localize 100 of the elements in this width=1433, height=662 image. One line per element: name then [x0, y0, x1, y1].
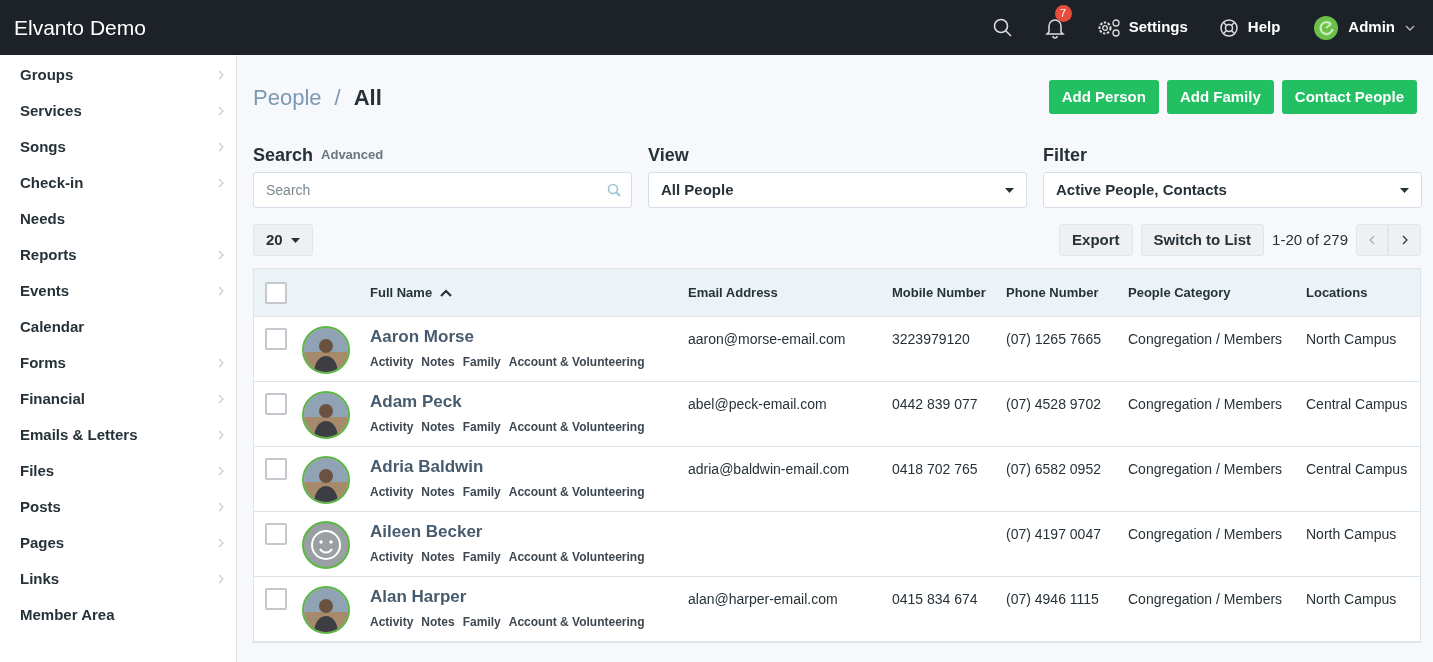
location-cell: North Campus: [1306, 331, 1397, 347]
search-label: Search: [253, 143, 314, 167]
location-cell: Central Campus: [1306, 461, 1408, 477]
caret-icon: [1400, 187, 1409, 193]
notification-badge: 7: [1054, 4, 1072, 22]
column-header[interactable]: Full Name: [370, 282, 433, 303]
sidebar-item[interactable]: Forms: [20, 345, 226, 381]
person-tab-link[interactable]: Activity: [370, 483, 414, 501]
page-size-dropdown[interactable]: 20: [253, 224, 313, 256]
phone-cell: (07) 4197 0047: [1006, 526, 1101, 542]
sidebar-item[interactable]: Reports: [20, 237, 226, 273]
column-header[interactable]: Email Address: [688, 282, 778, 303]
person-name-link[interactable]: Adria Baldwin: [370, 455, 680, 479]
search-icon[interactable]: [992, 17, 1013, 38]
settings-button[interactable]: Settings: [1096, 16, 1188, 39]
mobile-cell: 0415 834 674: [892, 591, 978, 607]
user-menu[interactable]: Admin: [1314, 15, 1415, 40]
caret-icon: [290, 237, 300, 243]
next-page-button[interactable]: [1388, 224, 1421, 256]
sidebar-item[interactable]: Calendar: [20, 309, 226, 345]
pagination-range: 1-20 of 279: [1272, 229, 1348, 250]
person-tab-link[interactable]: Account & Volunteering: [508, 483, 645, 501]
person-tab-link[interactable]: Notes: [421, 353, 455, 371]
sidebar-item[interactable]: Check-in: [20, 165, 226, 201]
search-icon: [607, 183, 621, 197]
view-dropdown[interactable]: All People: [648, 172, 1027, 208]
checkbox[interactable]: [265, 281, 287, 304]
person-tab-link[interactable]: Account & Volunteering: [508, 548, 645, 566]
sidebar-item[interactable]: Links: [20, 561, 226, 597]
view-label: View: [648, 143, 689, 167]
filter-label: Filter: [1043, 143, 1087, 167]
person-tab-link[interactable]: Activity: [370, 418, 414, 436]
checkbox[interactable]: [265, 393, 287, 415]
help-button[interactable]: Help: [1219, 16, 1281, 39]
phone-cell: (07) 6582 0952: [1006, 461, 1101, 477]
person-tab-link[interactable]: Notes: [421, 418, 455, 436]
person-tab-link[interactable]: Account & Volunteering: [508, 353, 645, 371]
sidebar-item[interactable]: Emails & Letters: [20, 417, 226, 453]
person-tab-link[interactable]: Family: [462, 548, 501, 566]
email-cell: alan@harper-email.com: [688, 591, 838, 607]
column-header[interactable]: People Category: [1128, 282, 1231, 303]
sidebar-item[interactable]: Needs: [20, 201, 226, 237]
default-avatar-icon: [302, 521, 350, 569]
person-tab-link[interactable]: Activity: [370, 548, 414, 566]
email-cell: aaron@morse-email.com: [688, 331, 846, 347]
sort-ascending-icon: [440, 288, 453, 297]
chevron-right-icon: [1401, 235, 1408, 245]
mobile-cell: 0418 702 765: [892, 461, 978, 477]
previous-page-button[interactable]: [1356, 224, 1388, 256]
sidebar-item[interactable]: Events: [20, 273, 226, 309]
person-tab-link[interactable]: Account & Volunteering: [508, 613, 645, 631]
bell-icon[interactable]: [1044, 16, 1065, 39]
sidebar-item[interactable]: Groups: [20, 57, 226, 93]
person-name-link[interactable]: Aileen Becker: [370, 520, 680, 544]
column-header[interactable]: Locations: [1306, 282, 1368, 303]
breadcrumb-separator: /: [334, 83, 341, 112]
person-tab-link[interactable]: Account & Volunteering: [508, 418, 645, 436]
category-cell: Congregation / Members: [1128, 396, 1283, 412]
app-title: Elvanto Demo: [14, 14, 146, 41]
person-tab-link[interactable]: Family: [462, 483, 501, 501]
person-tab-link[interactable]: Family: [462, 353, 501, 371]
category-cell: Congregation / Members: [1128, 526, 1283, 542]
sidebar-item[interactable]: Posts: [20, 489, 226, 525]
sidebar-item[interactable]: Financial: [20, 381, 226, 417]
sidebar-item[interactable]: Pages: [20, 525, 226, 561]
checkbox[interactable]: [265, 458, 287, 480]
email-cell: adria@baldwin-email.com: [688, 461, 850, 477]
switch-to-list-button[interactable]: Switch to List: [1140, 224, 1265, 256]
person-tab-link[interactable]: Notes: [421, 613, 455, 631]
person-name-link[interactable]: Alan Harper: [370, 585, 680, 609]
location-cell: North Campus: [1306, 526, 1397, 542]
category-cell: Congregation / Members: [1128, 591, 1283, 607]
checkbox[interactable]: [265, 523, 287, 545]
sidebar-item[interactable]: Member Area: [20, 597, 226, 633]
phone-cell: (07) 1265 7665: [1006, 331, 1101, 347]
person-tab-link[interactable]: Activity: [370, 613, 414, 631]
mobile-cell: 0442 839 077: [892, 396, 978, 412]
phone-cell: (07) 4528 9702: [1006, 396, 1101, 412]
advanced-search-link[interactable]: Advanced: [321, 145, 384, 165]
chevron-left-icon: [1369, 235, 1375, 245]
checkbox[interactable]: [265, 328, 287, 350]
export-button[interactable]: Export: [1059, 224, 1133, 256]
person-tab-link[interactable]: Family: [462, 613, 501, 631]
person-name-link[interactable]: Aaron Morse: [370, 325, 680, 349]
sidebar-item[interactable]: Files: [20, 453, 226, 489]
person-tab-link[interactable]: Notes: [421, 483, 455, 501]
location-cell: North Campus: [1306, 591, 1397, 607]
filter-dropdown[interactable]: Active People, Contacts: [1043, 172, 1422, 208]
person-tab-link[interactable]: Activity: [370, 353, 414, 371]
search-field[interactable]: Search: [253, 172, 632, 208]
column-header[interactable]: Mobile Number: [892, 282, 986, 303]
column-header[interactable]: Phone Number: [1006, 282, 1099, 303]
category-cell: Congregation / Members: [1128, 331, 1283, 347]
sidebar-item[interactable]: Services: [20, 93, 226, 129]
person-name-link[interactable]: Adam Peck: [370, 390, 680, 414]
person-tab-link[interactable]: Family: [462, 418, 501, 436]
person-tab-link[interactable]: Notes: [421, 548, 455, 566]
mobile-cell: 3223979120: [892, 331, 970, 347]
checkbox[interactable]: [265, 588, 287, 610]
sidebar-item[interactable]: Songs: [20, 129, 226, 165]
